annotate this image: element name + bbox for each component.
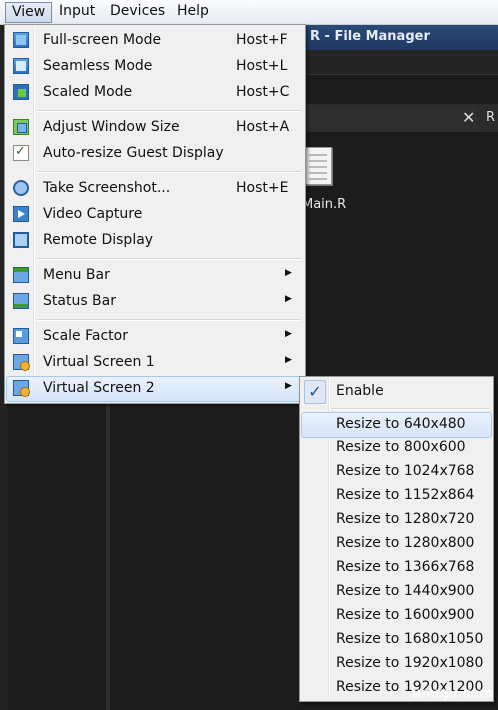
submenu-item-label: Resize to 1280x800 [336, 535, 475, 551]
menu-item-shortcut: Host+E [236, 180, 289, 196]
close-icon[interactable]: ✕ [462, 108, 475, 127]
checkmark-icon: ✓ [304, 380, 326, 404]
menu-item-label: Scaled Mode [43, 84, 133, 100]
submenu-arrow-icon: ▶ [285, 381, 292, 391]
menu-separator [37, 110, 301, 112]
menu-item-scaled-mode[interactable]: Scaled Mode Host+C [7, 81, 303, 105]
menu-separator [332, 408, 489, 410]
submenu-item-label: Resize to 1152x864 [336, 487, 475, 503]
menu-item-label: Scale Factor [43, 328, 128, 344]
menu-item-label: Virtual Screen 1 [43, 354, 155, 370]
menu-separator [37, 258, 301, 260]
menu-item-scale-factor[interactable]: Scale Factor ▶ [7, 325, 303, 349]
menu-item-label: Seamless Mode [43, 58, 153, 74]
monitor-icon [13, 232, 29, 248]
camera-icon [13, 180, 29, 196]
panel-divider[interactable] [106, 404, 110, 710]
menu-bar: View Input Devices Help [0, 0, 498, 25]
menu-item-remote-display[interactable]: Remote Display [7, 229, 303, 253]
video-icon [13, 206, 29, 222]
submenu-arrow-icon: ▶ [285, 355, 292, 365]
submenu-item-label: Resize to 1280x720 [336, 511, 475, 527]
submenu-item-label: Resize to 1366x768 [336, 559, 475, 575]
submenu-item-resize[interactable]: Resize to 1680x1050 [302, 628, 491, 652]
menu-item-label: Auto-resize Guest Display [43, 145, 224, 161]
file-manager-title: R - File Manager [310, 29, 430, 44]
menu-item-menu-bar[interactable]: Menu Bar ▶ [7, 264, 303, 288]
scaled-icon [13, 84, 29, 100]
menu-item-adjust-window-size[interactable]: Adjust Window Size Host+A [7, 116, 303, 140]
menu-input[interactable]: Input [53, 2, 101, 21]
submenu-item-resize[interactable]: Resize to 1366x768 [302, 556, 491, 580]
menu-item-virtual-screen-2[interactable]: Virtual Screen 2 ▶ [6, 376, 304, 402]
menu-item-virtual-screen-1[interactable]: Virtual Screen 1 ▶ [7, 351, 303, 375]
view-menu: Full-screen Mode Host+F Seamless Mode Ho… [4, 24, 306, 404]
menu-item-shortcut: Host+A [236, 119, 290, 135]
submenu-item-resize[interactable]: Resize to 640x480 [301, 412, 492, 438]
submenu-item-resize[interactable]: Resize to 1600x900 [302, 604, 491, 628]
file-manager-toolbar [300, 50, 498, 75]
checkbox-icon [13, 144, 29, 161]
submenu-arrow-icon: ▶ [285, 294, 292, 304]
submenu-item-resize[interactable]: Resize to 800x600 [302, 436, 491, 460]
submenu-item-label: Resize to 1920x1080 [336, 655, 484, 671]
menu-item-shortcut: Host+C [236, 84, 290, 100]
menu-view[interactable]: View [5, 2, 53, 23]
menu-item-label: Video Capture [43, 206, 143, 222]
next-tab-label[interactable]: R [486, 110, 495, 125]
menu-item-video-capture[interactable]: Video Capture [7, 203, 303, 227]
menu-item-label: Menu Bar [43, 267, 110, 283]
menu-item-auto-resize-guest-display[interactable]: Auto-resize Guest Display [7, 142, 303, 166]
menu-item-label: Adjust Window Size [43, 119, 180, 135]
submenu-item-resize[interactable]: Resize to 1152x864 [302, 484, 491, 508]
menu-bar-icon [13, 267, 29, 283]
submenu-item-resize[interactable]: Resize to 1280x800 [302, 532, 491, 556]
seamless-icon [13, 58, 29, 74]
menu-item-shortcut: Host+L [236, 58, 288, 74]
submenu-item-label: Resize to 1600x900 [336, 607, 475, 623]
menu-item-label: Virtual Screen 2 [43, 380, 155, 396]
submenu-item-resize[interactable]: Resize to 1920x1080 [302, 652, 491, 676]
menu-separator [37, 171, 301, 173]
menu-item-take-screenshot[interactable]: Take Screenshot... Host+E [7, 177, 303, 201]
file-icon[interactable] [304, 147, 332, 185]
submenu-arrow-icon: ▶ [285, 268, 292, 278]
menu-devices[interactable]: Devices [104, 2, 171, 21]
menu-item-label: Status Bar [43, 293, 117, 309]
menu-item-label: Remote Display [43, 232, 154, 248]
file-label[interactable]: Main.R [302, 197, 346, 212]
submenu-item-resize[interactable]: Resize to 1024x768 [302, 460, 491, 484]
submenu-item-label: Resize to 1024x768 [336, 463, 475, 479]
menu-help[interactable]: Help [171, 2, 215, 21]
submenu-item-label: Resize to 800x600 [336, 439, 466, 455]
menu-item-full-screen-mode[interactable]: Full-screen Mode Host+F [7, 29, 303, 53]
scale-factor-icon [13, 328, 29, 344]
submenu-item-resize[interactable]: Resize to 1280x720 [302, 508, 491, 532]
virtual-screen-icon [13, 354, 30, 371]
virtual-screen-icon [13, 380, 30, 397]
submenu-arrow-icon: ▶ [285, 329, 292, 339]
menu-separator [37, 319, 301, 321]
watermark: umuju.com [412, 686, 493, 701]
menu-item-label: Full-screen Mode [43, 32, 162, 48]
virtual-screen-2-submenu: ✓ Enable Resize to 640x480 Resize to 800… [299, 376, 494, 702]
submenu-item-label: Resize to 1440x900 [336, 583, 475, 599]
submenu-item-label: Resize to 640x480 [336, 416, 466, 432]
submenu-item-label: Resize to 1680x1050 [336, 631, 484, 647]
submenu-item-label: Enable [336, 383, 384, 399]
submenu-item-resize[interactable]: Resize to 1440x900 [302, 580, 491, 604]
status-bar-icon [13, 293, 29, 309]
menu-item-label: Take Screenshot... [43, 180, 171, 196]
menu-item-shortcut: Host+F [236, 32, 288, 48]
menu-item-seamless-mode[interactable]: Seamless Mode Host+L [7, 55, 303, 79]
editor-tab[interactable] [300, 106, 478, 132]
menu-item-status-bar[interactable]: Status Bar ▶ [7, 290, 303, 314]
submenu-item-enable[interactable]: ✓ Enable [302, 380, 491, 404]
adjust-window-icon [13, 119, 29, 135]
fullscreen-icon [13, 32, 29, 48]
